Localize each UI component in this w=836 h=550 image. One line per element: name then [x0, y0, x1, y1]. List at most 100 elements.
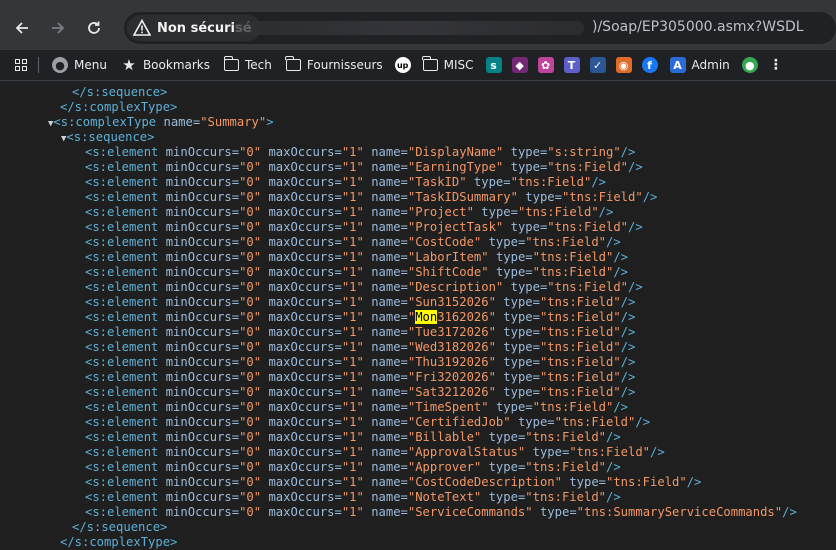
search-highlight: Mon — [415, 310, 438, 324]
xml-attr-value: "0" — [239, 505, 262, 519]
xml-attr-value-name: "TimeSpent" — [407, 400, 489, 414]
xml-attr-value-type: "tns:Field" — [554, 415, 636, 429]
xml-attr-name: type= — [510, 145, 548, 159]
bookmark-item[interactable]: up — [390, 51, 416, 79]
xml-attr-value: "1" — [341, 250, 364, 264]
xml-tag: <s:element — [85, 475, 159, 489]
xml-attr-name: name= — [371, 175, 408, 189]
bookmark-item[interactable]: T — [559, 51, 585, 79]
xml-attr-value-type: "tns:Field" — [539, 370, 621, 384]
xml-tag: /> — [620, 310, 636, 324]
xml-line-complextype-close: </s:complexType> — [60, 100, 177, 115]
xml-attr-value: "1" — [341, 175, 364, 189]
xml-attr-name: type= — [503, 355, 540, 369]
xml-tag: <s:element — [85, 445, 159, 459]
xml-attr-name: type= — [488, 490, 526, 504]
bookmark-item[interactable]: Fournisseurs — [279, 51, 390, 79]
bookmark-item[interactable]: ✓ — [585, 51, 611, 79]
xml-attr-value-name: "Thu3192026" — [407, 355, 496, 369]
bookmark-item[interactable]: ◉ — [611, 51, 637, 79]
url-text[interactable]: )/Soap/EP305000.asmx?WSDL — [592, 19, 804, 35]
xml-attr-name: type= — [503, 295, 540, 309]
reload-button[interactable] — [80, 14, 108, 42]
bookmark-item[interactable]: Tech — [217, 51, 279, 79]
checkmark-app-icon: ✓ — [589, 57, 606, 73]
back-button[interactable] — [8, 14, 36, 42]
xml-element-line: <s:element minOccurs="0" maxOccurs="1" n… — [85, 340, 635, 355]
xml-tag: /> — [598, 205, 614, 219]
xml-attr-name: maxOccurs= — [268, 325, 342, 339]
forward-button[interactable] — [44, 14, 72, 42]
xml-tag: /> — [620, 145, 636, 159]
xml-attr-value: "0" — [239, 325, 262, 339]
bookmarks-divider — [38, 57, 39, 73]
xml-tag: <s:element — [85, 205, 159, 219]
xml-attr-name: name= — [371, 415, 408, 429]
xml-attr-value: "1" — [341, 310, 364, 324]
xml-attr-name: type= — [510, 280, 548, 294]
xml-attr-name: maxOccurs= — [268, 415, 342, 429]
bookmark-item[interactable]: A Admin — [663, 51, 737, 79]
bookmark-item[interactable]: f — [637, 51, 663, 79]
address-bar[interactable]: Non sécurisé )/Soap/EP305000.asmx?WSDL — [124, 12, 836, 44]
xml-tag: <s:sequence> — [66, 130, 155, 144]
bookmark-item[interactable]: ◆ — [507, 51, 533, 79]
xml-element-line: <s:element minOccurs="0" maxOccurs="1" n… — [85, 175, 606, 190]
xml-attr-value-name: "CertifiedJob" — [407, 415, 511, 429]
xml-attr-name: name= — [371, 430, 408, 444]
bookmark-label: Tech — [245, 58, 272, 72]
xml-attr-name: type= — [473, 175, 511, 189]
xml-attr-value: "0" — [239, 265, 262, 279]
bookmark-item[interactable]: MISC — [416, 51, 481, 79]
bookmark-item[interactable]: ✿ — [533, 51, 559, 79]
xml-attr-value-name: "ServiceCommands" — [407, 505, 533, 519]
xml-tag: /> — [635, 415, 651, 429]
xml-attr-name: name= — [371, 490, 408, 504]
bookmark-label: Fournisseurs — [306, 58, 383, 72]
bookmark-label: MISC — [443, 58, 474, 72]
xml-tag: /> — [591, 175, 607, 189]
xml-element-line: <s:element minOccurs="0" maxOccurs="1" n… — [85, 430, 621, 445]
xml-attr-name: type= — [539, 505, 577, 519]
xml-tag: <s:element — [85, 400, 159, 414]
bookmark-item[interactable]: ★ Bookmarks — [114, 51, 217, 79]
xml-attr-value-type: "tns:Field" — [561, 190, 643, 204]
xml-tag: <s:element — [85, 310, 159, 324]
xml-attr-value-name: "NoteText" — [407, 490, 482, 504]
bookmark-item[interactable]: ● — [737, 51, 763, 79]
xml-attr-value: "1" — [341, 265, 364, 279]
bookmark-item[interactable] — [10, 51, 32, 79]
xml-attr-value: "0" — [239, 460, 262, 474]
xml-attr-name: type= — [503, 340, 540, 354]
xml-attr-name: minOccurs= — [165, 385, 240, 399]
xml-tag: /> — [606, 235, 621, 249]
xml-attr-value: "1" — [341, 340, 364, 354]
xml-attr-value-name: "Billable" — [407, 430, 482, 444]
xml-attr-value-name: "DisplayName" — [407, 145, 504, 159]
xml-attr-name: minOccurs= — [165, 175, 240, 189]
bookmark-item[interactable]: s — [481, 51, 507, 79]
xml-attr-value-type: "tns:Field" — [539, 355, 621, 369]
admin-app-icon: A — [669, 57, 686, 73]
xml-tag: /> — [606, 490, 621, 504]
xml-attr-value: "1" — [341, 490, 364, 504]
xml-attr-value: "1" — [341, 445, 364, 459]
xml-element-line: <s:element minOccurs="0" maxOccurs="1" n… — [85, 265, 628, 280]
xml-attr-name: maxOccurs= — [268, 265, 342, 279]
xml-element-line: <s:element minOccurs="0" maxOccurs="1" n… — [85, 160, 643, 175]
xml-attr-value-name: "CostCode" — [407, 235, 482, 249]
bookmark-item[interactable]: ● Menu — [45, 51, 114, 79]
xml-element-line: <s:element minOccurs="0" maxOccurs="1" n… — [85, 310, 635, 325]
xml-attr-value: "0" — [239, 370, 262, 384]
xml-attr-value: "1" — [341, 295, 364, 309]
xml-element-line: <s:element minOccurs="0" maxOccurs="1" n… — [85, 295, 635, 310]
xml-element-line: <s:element minOccurs="0" maxOccurs="1" n… — [85, 190, 657, 205]
xml-tag: /> — [628, 220, 643, 234]
xml-attr-value: "1" — [341, 280, 364, 294]
xml-attr-name: name= — [371, 505, 408, 519]
xml-line-complextype-open: ▼<s:complexType name="Summary"> — [48, 115, 274, 130]
xml-attr-value-type: "tns:Field" — [525, 460, 606, 474]
xml-attr-name: maxOccurs= — [268, 310, 342, 324]
bookmark-item[interactable]: ⋮ — [763, 51, 789, 79]
xml-attr-name: type= — [495, 400, 533, 414]
